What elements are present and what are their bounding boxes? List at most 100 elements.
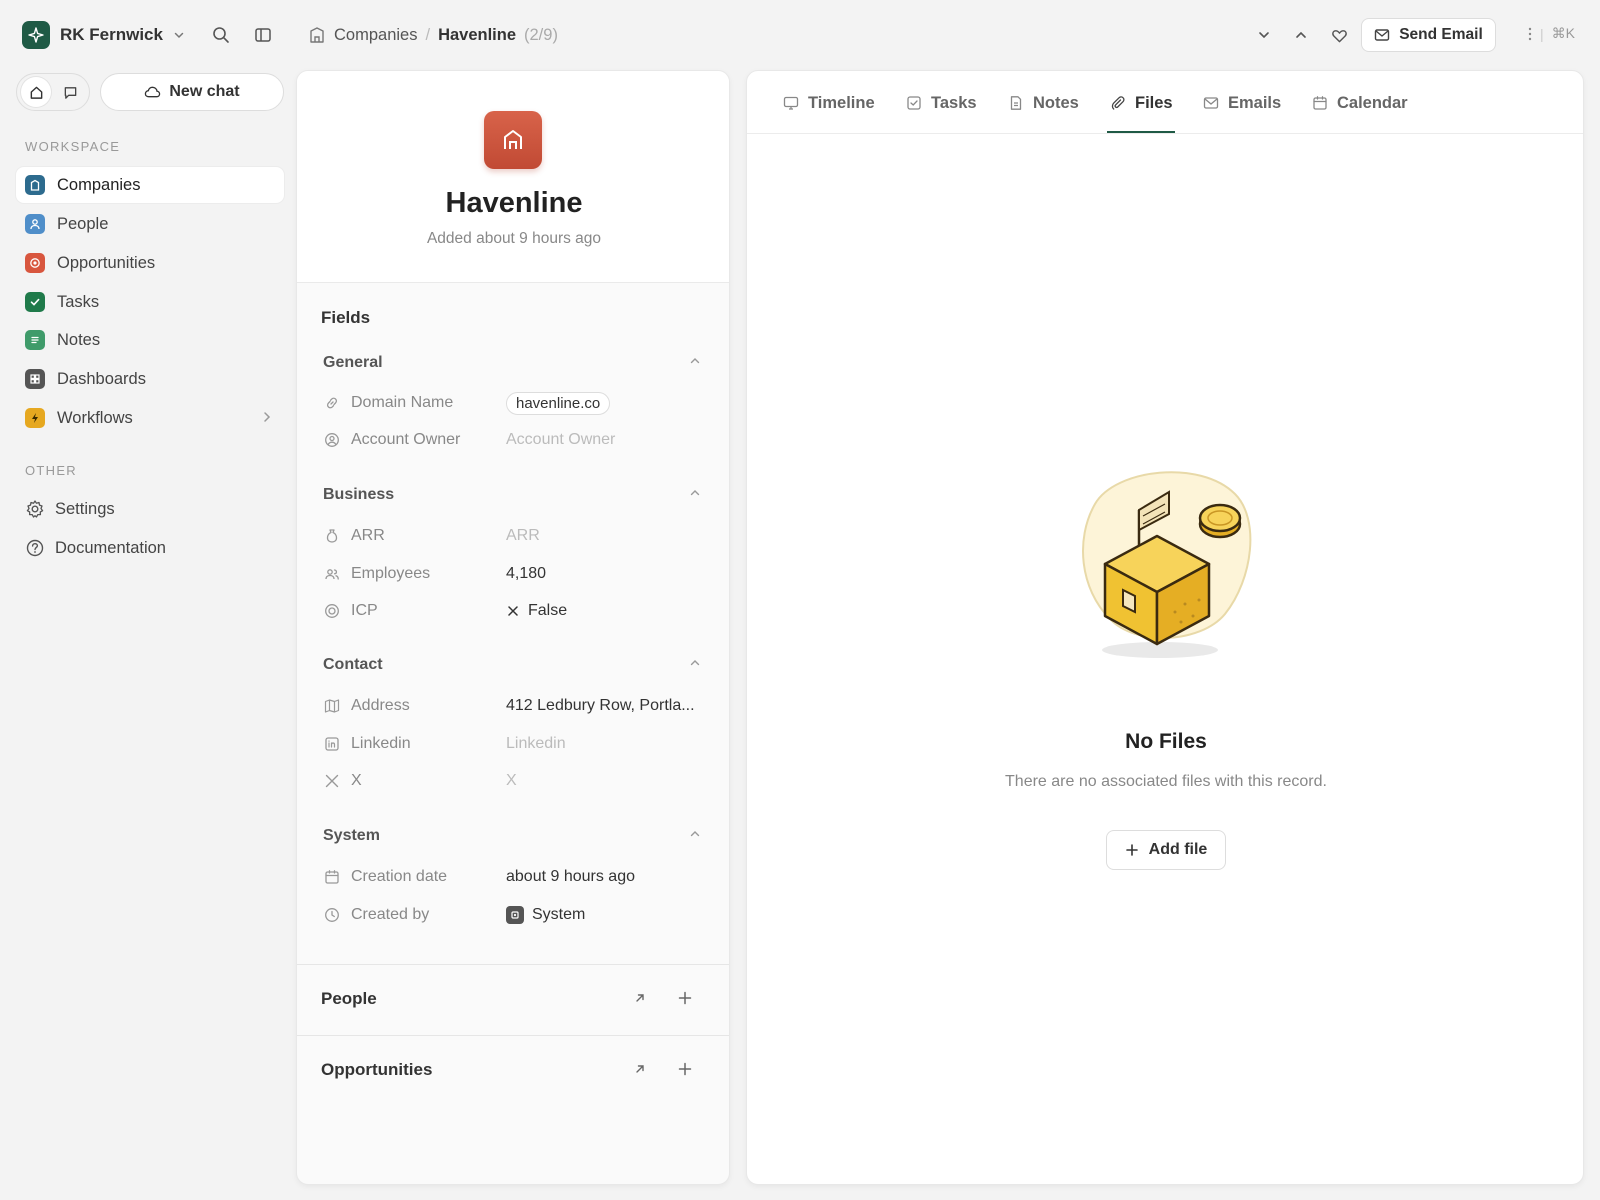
field-address-value[interactable]: 412 Ledbury Row, Portla...	[506, 696, 695, 716]
chevron-up-icon[interactable]	[689, 487, 701, 499]
linkedin-icon	[323, 735, 341, 753]
relation-title: People	[321, 989, 377, 1008]
record-tabs-panel: Timeline Tasks Notes Files Emails Calend…	[746, 70, 1584, 1185]
tab-emails[interactable]: Emails	[1203, 91, 1281, 115]
map-icon	[323, 697, 341, 715]
add-icon[interactable]	[677, 1061, 693, 1077]
sidebar: New chat WORKSPACE Companies People Oppo…	[0, 70, 290, 1200]
chevron-down-icon	[173, 29, 185, 41]
chat-history-button[interactable]	[55, 77, 85, 107]
sidebar-item-label: Companies	[57, 175, 141, 194]
clock-icon	[323, 906, 341, 924]
field-employees-value[interactable]: 4,180	[506, 564, 546, 584]
tab-label: Tasks	[931, 93, 977, 112]
field-label-text: ICP	[351, 602, 378, 619]
add-file-label: Add file	[1148, 841, 1208, 858]
previous-record-icon[interactable]	[1290, 24, 1312, 46]
help-circle-icon	[25, 538, 45, 558]
breadcrumb-parent[interactable]: Companies	[334, 26, 417, 45]
empty-box-illustration	[1065, 464, 1265, 664]
field-account-owner-value[interactable]: Account Owner	[506, 430, 615, 450]
group-general-title[interactable]: General	[323, 354, 383, 372]
chevron-up-icon[interactable]	[689, 355, 701, 367]
empty-state-subtitle: There are no associated files with this …	[1005, 773, 1327, 790]
chevron-up-icon[interactable]	[689, 657, 701, 669]
send-email-button[interactable]: Send Email	[1361, 18, 1496, 52]
sidebar-item-opportunities[interactable]: Opportunities	[16, 245, 284, 281]
field-label-text: Domain Name	[351, 394, 454, 411]
field-icp-value[interactable]: False	[506, 601, 567, 621]
open-arrow-icon[interactable]	[633, 1062, 647, 1076]
tab-label: Calendar	[1337, 93, 1408, 112]
system-avatar	[506, 906, 524, 924]
chevron-up-icon[interactable]	[689, 828, 701, 840]
field-label-text: Account Owner	[351, 431, 461, 448]
sidebar-item-settings[interactable]: Settings	[16, 491, 284, 527]
field-label-text: Creation date	[351, 868, 448, 885]
tab-label: Files	[1135, 93, 1173, 112]
calendar-icon	[323, 868, 341, 886]
domain-chip[interactable]: havenline.co	[506, 391, 611, 415]
sidebar-item-label: Documentation	[55, 538, 166, 557]
sidebar-item-companies[interactable]: Companies	[16, 167, 284, 203]
workspace-switcher[interactable]: RK Fernwick	[22, 20, 185, 50]
person-icon	[25, 214, 45, 234]
sidebar-item-notes[interactable]: Notes	[16, 322, 284, 358]
calendar-icon	[1312, 95, 1328, 111]
sidebar-item-tasks[interactable]: Tasks	[16, 284, 284, 320]
lightning-icon	[25, 408, 45, 428]
sidebar-item-people[interactable]: People	[16, 206, 284, 242]
tab-files[interactable]: Files	[1110, 91, 1173, 115]
monitor-icon	[783, 95, 799, 111]
tab-notes[interactable]: Notes	[1008, 91, 1079, 115]
breadcrumb-separator: /	[425, 25, 431, 44]
sidebar-item-label: Workflows	[57, 408, 133, 427]
field-creation-date-label: Creation date	[323, 867, 447, 887]
tab-timeline[interactable]: Timeline	[783, 91, 875, 115]
add-file-button[interactable]: Add file	[1106, 830, 1226, 870]
home-button[interactable]	[21, 77, 51, 107]
company-logo	[484, 111, 542, 169]
sidebar-item-label: Dashboards	[57, 369, 146, 388]
building-icon	[25, 175, 45, 195]
chevron-right-icon[interactable]	[262, 411, 272, 423]
field-label-text: ARR	[351, 527, 385, 544]
tab-tasks[interactable]: Tasks	[906, 91, 977, 115]
next-record-icon[interactable]	[1253, 24, 1275, 46]
favorite-icon[interactable]	[1328, 24, 1350, 46]
group-business-title[interactable]: Business	[323, 486, 394, 504]
field-arr-value[interactable]: ARR	[506, 526, 540, 546]
user-circle-icon	[323, 431, 341, 449]
field-label-text: Address	[351, 697, 410, 714]
search-icon[interactable]	[210, 24, 232, 46]
sidebar-toggle-icon[interactable]	[252, 24, 274, 46]
field-creation-date-value: about 9 hours ago	[506, 868, 635, 885]
target-icon	[323, 602, 341, 620]
sidebar-item-documentation[interactable]: Documentation	[16, 530, 284, 566]
group-system-title[interactable]: System	[323, 827, 380, 845]
sidebar-item-label: Opportunities	[57, 253, 156, 272]
record-name[interactable]: Havenline	[297, 187, 729, 220]
more-vertical-icon[interactable]	[1528, 27, 1532, 41]
field-label-text: Created by	[351, 906, 430, 923]
tab-calendar[interactable]: Calendar	[1312, 91, 1408, 115]
new-chat-button[interactable]: New chat	[100, 73, 284, 111]
group-contact-title[interactable]: Contact	[323, 656, 383, 674]
field-linkedin-value[interactable]: Linkedin	[506, 734, 566, 754]
top-bar: RK Fernwick Companies / Havenline (2/9) …	[0, 0, 1600, 70]
field-domain-value[interactable]: havenline.co	[506, 391, 611, 415]
workspace-logo	[22, 21, 50, 49]
breadcrumb-current: Havenline	[438, 25, 517, 44]
command-menu[interactable]: | ⌘K	[1528, 25, 1575, 42]
relation-title: Opportunities	[321, 1060, 433, 1079]
sidebar-item-dashboards[interactable]: Dashboards	[16, 361, 284, 397]
field-x-value[interactable]: X	[506, 771, 517, 791]
relation-opportunities: Opportunities	[297, 1035, 729, 1106]
tab-label: Notes	[1033, 93, 1079, 112]
cloud-icon	[144, 85, 161, 99]
sidebar-item-workflows[interactable]: Workflows	[16, 400, 284, 436]
open-arrow-icon[interactable]	[633, 991, 647, 1005]
add-icon[interactable]	[677, 990, 693, 1006]
x-logo-icon	[323, 772, 341, 790]
field-label-text: Linkedin	[351, 735, 411, 752]
